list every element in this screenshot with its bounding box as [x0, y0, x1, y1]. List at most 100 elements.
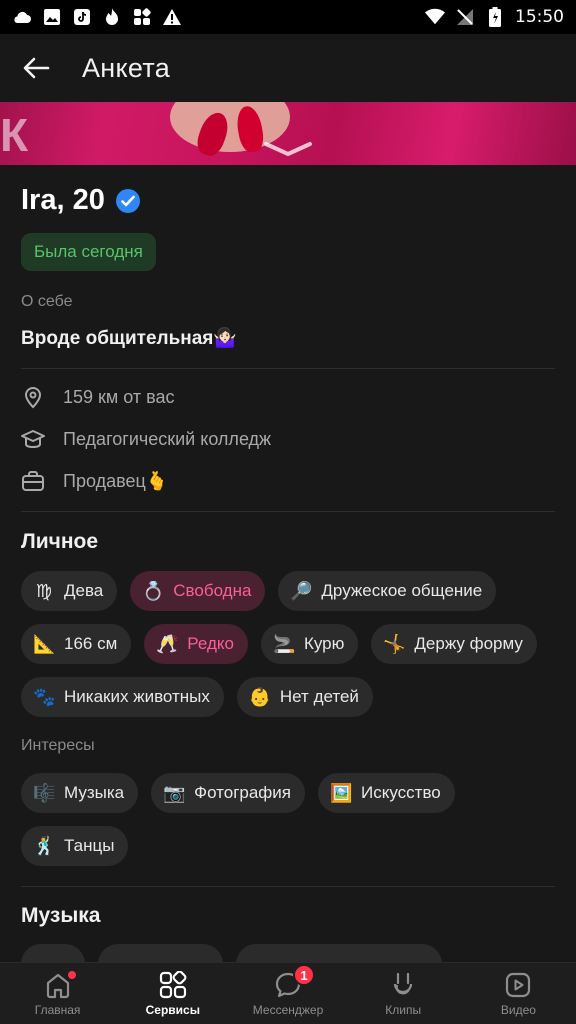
chip-label: Держу форму — [414, 634, 523, 653]
chip-sport[interactable]: 🤸 Держу форму — [371, 624, 537, 664]
messenger-icon: 1 — [273, 964, 315, 1000]
nav-label: Сервисы — [145, 1003, 200, 1017]
personal-chips: ♍ Дева 💍 Свободна 🔎 Дружеское общение 📐 166 … — [21, 571, 555, 717]
music-title: Музыка — [21, 904, 101, 927]
chip-label: Фотография — [194, 783, 291, 802]
chip-label: Дружеское общение — [321, 581, 483, 600]
dancer-icon: 🕺 — [33, 835, 56, 856]
nav-video[interactable]: Видео — [461, 963, 576, 1024]
baby-icon: 👶 — [248, 686, 272, 707]
unread-badge: 1 — [293, 964, 315, 986]
chip-art[interactable]: 🖼️ Искусство — [318, 773, 455, 813]
picture-icon: 🖼️ — [330, 782, 353, 803]
chip-alcohol[interactable]: 🥂 Редко — [144, 624, 248, 664]
chip-zodiac[interactable]: ♍ Дева — [21, 571, 118, 611]
tiktok-icon — [72, 7, 92, 27]
chip-label: Дева — [64, 581, 104, 600]
chip-height[interactable]: 📐 166 см — [21, 624, 132, 664]
chip-label: 166 см — [64, 634, 118, 653]
wifi-icon — [425, 7, 445, 27]
chip-pets[interactable]: 🐾 Никаких животных — [21, 677, 224, 717]
chip-photography[interactable]: 📷 Фотография — [151, 773, 305, 813]
page-title: Анкета — [82, 52, 171, 83]
chip-music[interactable]: 🎼 Музыка — [21, 773, 139, 813]
distance-text: 159 км от вас — [63, 386, 175, 407]
chip-relationship[interactable]: 💍 Свободна — [130, 571, 266, 611]
magnifier-icon: 🔎 — [290, 580, 313, 601]
chevron-down-icon[interactable] — [263, 140, 313, 158]
virgo-icon: ♍ — [35, 580, 53, 601]
music-chip[interactable] — [236, 944, 442, 962]
battery-icon — [485, 7, 505, 27]
location-icon — [21, 385, 45, 409]
tinder-icon — [102, 7, 122, 27]
divider — [21, 368, 555, 369]
personal-title: Личное — [21, 530, 99, 553]
clips-icon — [388, 970, 418, 1000]
education-icon — [21, 427, 45, 451]
warning-icon — [162, 7, 182, 27]
no-signal-icon — [455, 7, 475, 27]
profile-name: Ira, 20 — [21, 184, 105, 216]
about-text: Вроде общительная🤷🏻‍♀️ — [21, 328, 238, 349]
music-chips — [21, 944, 555, 962]
info-location: 159 км от вас — [21, 376, 555, 418]
nav-label: Главная — [34, 1003, 81, 1017]
nav-label: Видео — [500, 1003, 536, 1017]
nav-services[interactable]: Сервисы — [115, 963, 230, 1024]
back-button[interactable] — [0, 34, 72, 102]
music-score-icon: 🎼 — [33, 782, 56, 803]
chip-smoking[interactable]: 🚬 Курю — [260, 624, 359, 664]
chip-label: Курю — [303, 634, 345, 653]
cloud-icon — [12, 7, 32, 27]
music-chip[interactable] — [98, 944, 223, 962]
info-list: 159 км от вас Педагогический колледж Про… — [21, 376, 555, 502]
chip-label: Свободна — [173, 581, 252, 600]
chip-label: Танцы — [64, 836, 115, 855]
nav-label: Мессенджер — [252, 1003, 324, 1017]
cigarette-icon: 🚬 — [272, 633, 296, 654]
profile-photo[interactable]: К — [0, 102, 576, 165]
briefcase-icon — [21, 469, 45, 493]
status-bar: 15:50 — [0, 0, 576, 34]
glasses-icon: 🥂 — [156, 633, 179, 654]
notification-dot — [67, 971, 76, 979]
bottom-nav: Главная Сервисы 1 Мессенджер Клипы Видео — [0, 962, 576, 1024]
cartwheel-icon: 🤸 — [383, 633, 406, 654]
gallery-icon — [42, 7, 62, 27]
chip-dance[interactable]: 🕺 Танцы — [21, 826, 129, 866]
photo-decoration: К — [0, 109, 29, 161]
online-status-badge: Была сегодня — [21, 233, 156, 271]
profile-content[interactable]: Ira, 20 Была сегодня О себе Вроде общите… — [0, 165, 576, 962]
divider — [21, 886, 555, 887]
nav-messenger[interactable]: 1 Мессенджер — [230, 963, 345, 1024]
ring-icon: 💍 — [142, 580, 165, 601]
info-education: Педагогический колледж — [21, 418, 555, 460]
music-chip[interactable] — [21, 944, 85, 962]
nav-home[interactable]: Главная — [0, 963, 115, 1024]
home-icon — [43, 970, 76, 1000]
chip-label: Нет детей — [279, 687, 359, 706]
status-time: 15:50 — [515, 7, 564, 27]
verified-icon — [115, 188, 140, 213]
info-work: Продавец🫰 — [21, 460, 555, 502]
ruler-icon: 📐 — [33, 633, 56, 654]
chip-label: Музыка — [64, 783, 125, 802]
services-icon — [158, 970, 188, 1000]
apps-icon — [132, 7, 152, 27]
video-icon — [503, 970, 533, 1000]
chip-label: Редко — [187, 634, 234, 653]
chip-children[interactable]: 👶 Нет детей — [236, 677, 373, 717]
interests-title: Интересы — [21, 737, 95, 754]
chip-label: Искусство — [361, 783, 441, 802]
camera-icon: 📷 — [163, 782, 186, 803]
app-bar: Анкета — [0, 34, 576, 102]
work-text: Продавец🫰 — [63, 470, 169, 491]
chip-label: Никаких животных — [64, 687, 210, 706]
nav-label: Клипы — [385, 1003, 422, 1017]
chip-goal[interactable]: 🔎 Дружеское общение — [278, 571, 497, 611]
paw-icon: 🐾 — [33, 686, 56, 707]
about-label: О себе — [21, 293, 73, 310]
nav-clips[interactable]: Клипы — [346, 963, 461, 1024]
arrow-left-icon — [23, 57, 50, 79]
